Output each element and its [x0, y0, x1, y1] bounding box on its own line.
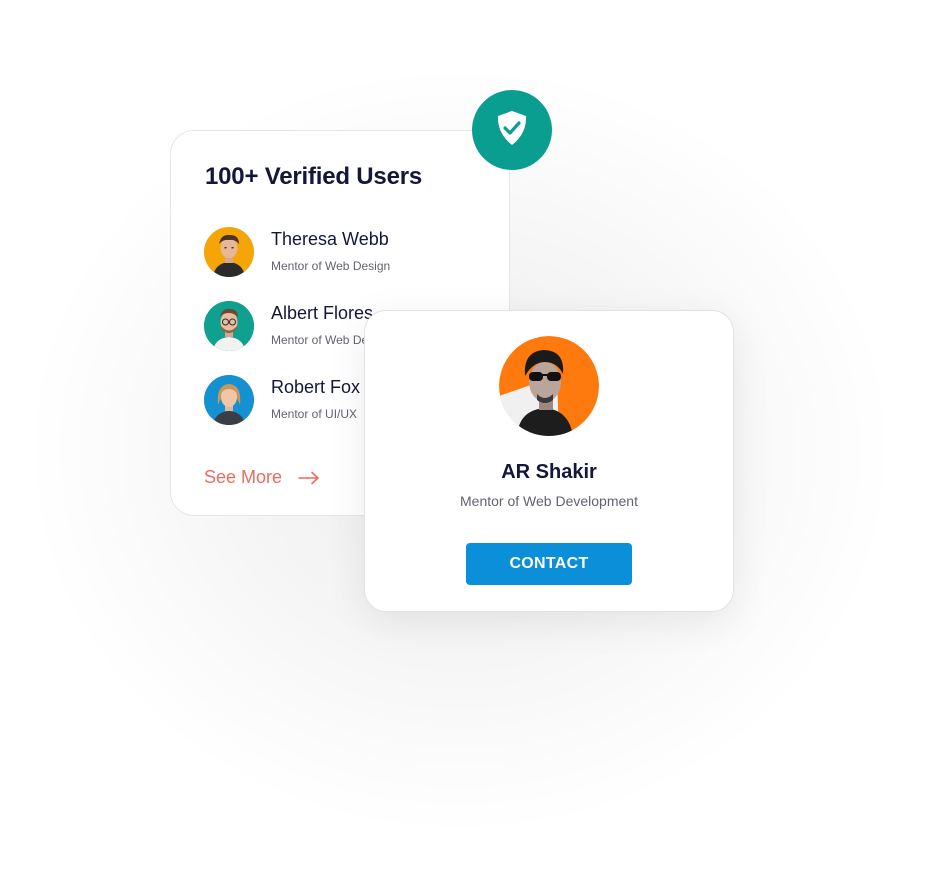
see-more-link[interactable]: See More: [204, 467, 320, 488]
avatar: [204, 375, 254, 425]
verified-badge: [472, 90, 552, 170]
user-name: Theresa Webb: [271, 229, 389, 249]
see-more-label: See More: [204, 467, 283, 487]
person-photo-icon: [204, 375, 254, 425]
user-name: Albert Flores: [271, 303, 374, 323]
profile-card: AR Shakir Mentor of Web Development CONT…: [364, 310, 734, 612]
avatar: [204, 227, 254, 277]
contact-button[interactable]: CONTACT: [466, 543, 632, 585]
person-photo-icon: [204, 301, 254, 351]
user-name: Robert Fox: [271, 377, 361, 397]
profile-avatar: [499, 336, 599, 436]
person-photo-icon: [204, 227, 254, 277]
profile-name: AR Shakir: [501, 461, 597, 483]
arrow-right-icon: [298, 471, 320, 485]
user-role: Mentor of Web Design: [271, 259, 391, 273]
profile-role: Mentor of Web Development: [460, 493, 638, 509]
card-title: 100+ Verified Users: [205, 163, 423, 190]
avatar: [204, 301, 254, 351]
shield-check-icon: [491, 107, 533, 154]
user-item[interactable]: Theresa Webb Mentor of Web Design: [204, 227, 504, 279]
person-photo-icon: [499, 336, 599, 436]
user-role: Mentor of UI/UX: [271, 407, 358, 421]
